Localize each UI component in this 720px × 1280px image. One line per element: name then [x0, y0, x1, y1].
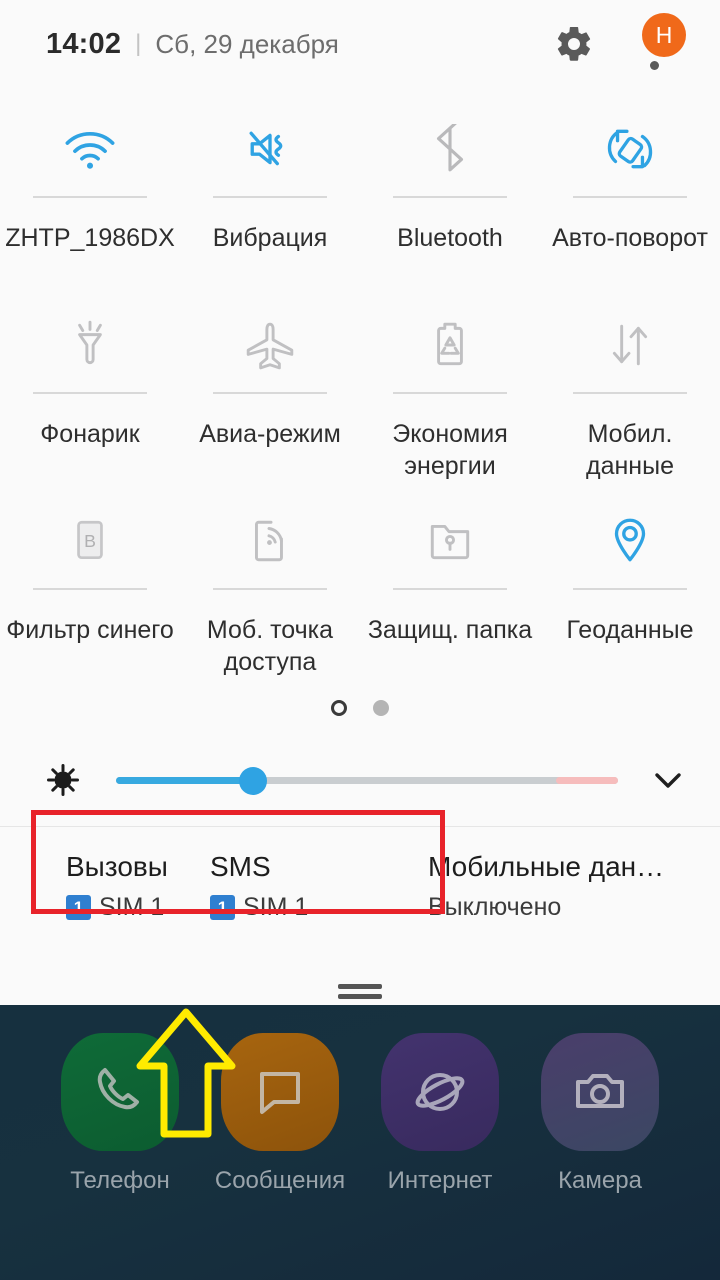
tile-divider	[213, 588, 327, 590]
tile-row-1: ZHTP_1986DX Вибрация Bluetooth Авто-пово…	[0, 92, 720, 288]
drag-handle[interactable]	[0, 984, 720, 999]
tile-power-saving[interactable]: Экономия энергии	[360, 288, 540, 484]
location-icon	[609, 498, 651, 584]
tile-divider	[33, 588, 147, 590]
brightness-slider[interactable]	[116, 762, 618, 798]
vibrate-icon	[242, 106, 298, 192]
dock-app-label: Телефон	[70, 1167, 170, 1194]
tile-flashlight[interactable]: Фонарик	[0, 288, 180, 484]
tile-location[interactable]: Геоданные	[540, 484, 720, 680]
tile-secure-folder[interactable]: Защищ. папка	[360, 484, 540, 680]
tile-label: Фонарик	[40, 420, 140, 448]
tile-label: Авиа-режим	[199, 420, 341, 448]
mobile-data-status: Выключено	[428, 893, 562, 922]
blue-light-filter-icon: B	[69, 498, 111, 584]
clock-time: 14:02	[46, 27, 122, 60]
mobile-data-title: Мобильные дан…	[428, 850, 665, 882]
gear-icon[interactable]	[554, 24, 594, 64]
quick-settings-tiles: ZHTP_1986DX Вибрация Bluetooth Авто-пово…	[0, 88, 720, 680]
tile-label: Вибрация	[212, 224, 328, 252]
page-indicator	[0, 694, 720, 722]
header-separator: |	[135, 30, 142, 57]
camera-icon	[541, 1033, 659, 1151]
mobile-data-icon	[605, 302, 655, 388]
brightness-icon	[44, 761, 82, 799]
svg-text:B: B	[84, 531, 96, 551]
sim-info-strip: Вызовы 1 SIM 1 SMS 1 SIM 1 Мобильные дан…	[0, 810, 720, 945]
dock-app-camera[interactable]: Камера	[520, 1033, 680, 1195]
tile-wifi[interactable]: ZHTP_1986DX	[0, 92, 180, 288]
tile-divider	[213, 196, 327, 198]
tile-row-2: Фонарик Авиа-режим Экономия энергии Моби…	[0, 288, 720, 484]
slider-thumb[interactable]	[238, 767, 267, 795]
tile-row-3: B Фильтр синего Моб. точка доступа Защищ…	[0, 484, 720, 680]
slider-fill	[116, 777, 252, 784]
flashlight-icon	[67, 302, 113, 388]
chevron-down-icon[interactable]	[646, 758, 690, 802]
tile-label: Экономия энергии	[392, 420, 508, 480]
page-dot-1[interactable]	[331, 700, 347, 716]
tile-mobile-data[interactable]: Мобил. данные	[540, 288, 720, 484]
tile-label: Авто-поворот	[552, 224, 708, 252]
status-header: 14:02 | Сб, 29 декабря Н	[0, 0, 720, 88]
sms-title: SMS	[210, 850, 271, 882]
bluetooth-icon	[429, 106, 471, 192]
dock-app-internet[interactable]: Интернет	[360, 1033, 520, 1195]
page-dot-2[interactable]	[373, 700, 389, 716]
yellow-up-arrow-annotation	[136, 1008, 236, 1148]
tile-vibration[interactable]: Вибрация	[180, 92, 360, 288]
tile-mobile-hotspot[interactable]: Моб. точка доступа	[180, 484, 360, 680]
calls-title: Вызовы	[66, 850, 168, 882]
tile-label: Моб. точка доступа	[206, 616, 334, 676]
app-dock: Телефон Сообщения Интернет Камера	[0, 1005, 720, 1195]
tile-label: Защищ. папка	[367, 616, 533, 644]
tile-bluetooth[interactable]: Bluetooth	[360, 92, 540, 288]
sim-badge: 1	[66, 895, 91, 921]
wifi-icon	[62, 106, 118, 192]
tile-divider	[33, 196, 147, 198]
tile-label: Геоданные	[566, 616, 694, 644]
tile-label: Фильтр синего	[6, 616, 174, 644]
brightness-row	[0, 740, 720, 820]
phone-screen: 14:02 | Сб, 29 декабря Н ZHTP_1986DX Виб…	[0, 0, 720, 1280]
dock-app-label: Сообщения	[214, 1167, 346, 1194]
internet-icon	[381, 1033, 499, 1151]
sim-badge: 1	[210, 895, 235, 921]
calls-sim-item[interactable]: Вызовы 1 SIM 1	[0, 827, 210, 945]
home-screen: Телефон Сообщения Интернет Камера	[0, 1005, 720, 1280]
tile-divider	[393, 588, 507, 590]
quick-settings-panel: 14:02 | Сб, 29 декабря Н ZHTP_1986DX Виб…	[0, 0, 720, 1005]
tile-auto-rotate[interactable]: Авто-поворот	[540, 92, 720, 288]
tile-divider	[393, 196, 507, 198]
tile-label: Bluetooth	[397, 224, 503, 252]
slider-warning-zone	[556, 777, 618, 784]
messages-icon	[221, 1033, 339, 1151]
tile-divider	[573, 588, 687, 590]
secure-folder-icon	[425, 498, 475, 584]
mobile-data-item[interactable]: Мобильные дан… Выключено	[390, 827, 720, 945]
tile-label: ZHTP_1986DX	[5, 224, 175, 252]
dock-app-label: Камера	[558, 1167, 642, 1194]
header-date: Сб, 29 декабря	[155, 28, 339, 59]
sms-sim-item[interactable]: SMS 1 SIM 1	[210, 827, 390, 945]
sms-sim-label: SIM 1	[243, 893, 309, 922]
tile-divider	[213, 392, 327, 394]
tile-divider	[573, 196, 687, 198]
avatar[interactable]: Н	[642, 13, 686, 57]
calls-sim-label: SIM 1	[99, 893, 165, 922]
calls-sim-value: 1 SIM 1	[66, 893, 210, 922]
tile-label: Мобил. данные	[586, 420, 674, 480]
tile-divider	[393, 392, 507, 394]
tile-divider	[573, 392, 687, 394]
sms-sim-value: 1 SIM 1	[210, 893, 390, 922]
tile-blue-light-filter[interactable]: B Фильтр синего	[0, 484, 180, 680]
dock-app-label: Интернет	[387, 1167, 493, 1194]
hotspot-icon	[246, 498, 294, 584]
tile-airplane-mode[interactable]: Авиа-режим	[180, 288, 360, 484]
airplane-icon	[243, 302, 297, 388]
overflow-menu[interactable]: Н	[636, 13, 686, 70]
auto-rotate-icon	[603, 106, 657, 192]
tile-divider	[33, 392, 147, 394]
power-saving-icon	[429, 302, 471, 388]
